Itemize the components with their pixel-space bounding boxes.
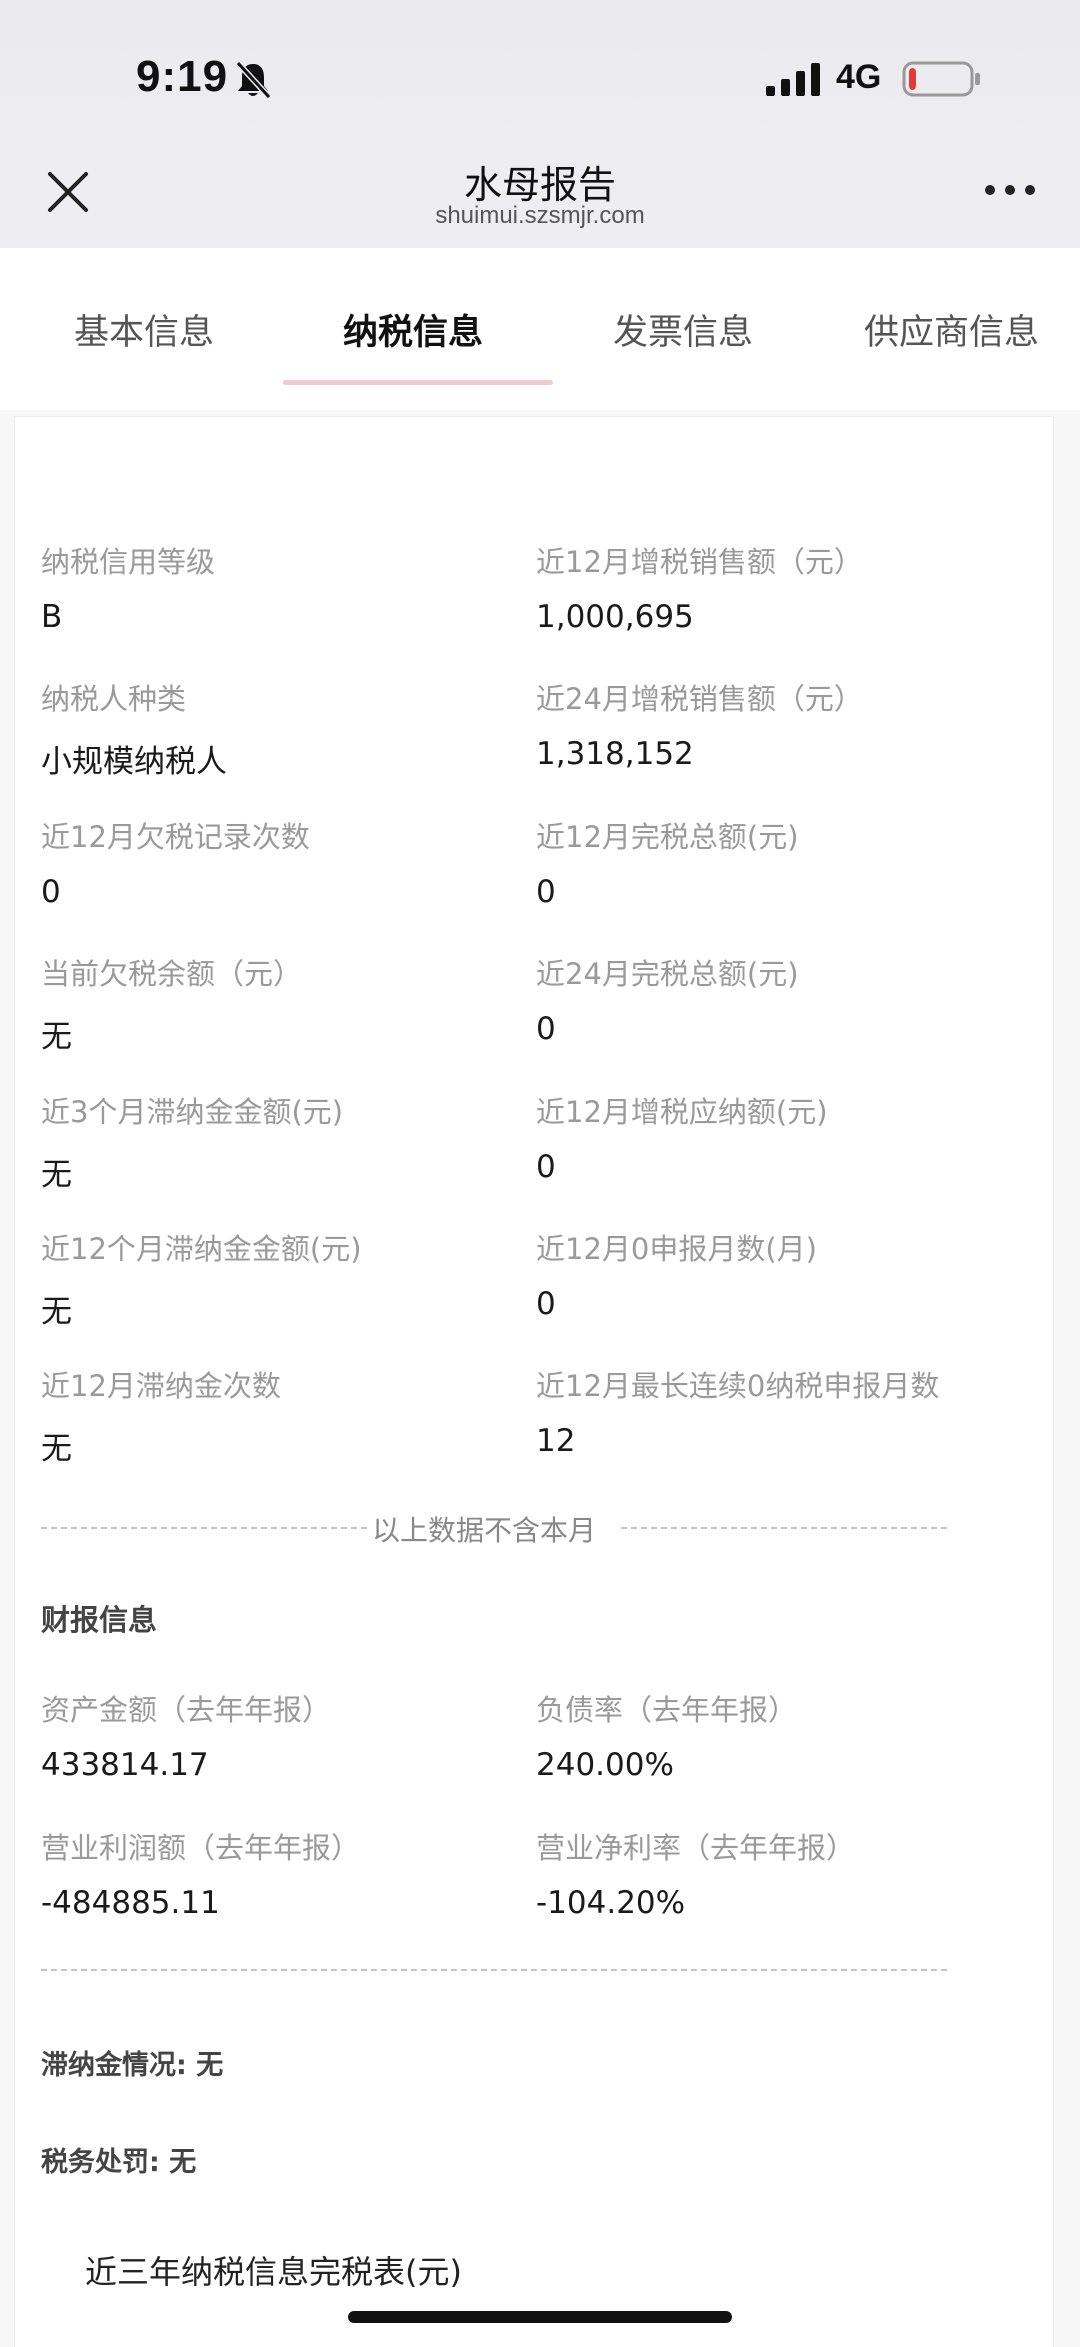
page-title: 水母报告 <box>463 163 616 207</box>
divider <box>41 1527 367 1529</box>
field-label: 近12月滞纳金次数 <box>41 1369 281 1403</box>
tab-bar: 基本信息 纳税信息 发票信息 供应商信息 <box>0 248 1080 410</box>
field-label: 资产金额（去年年报） <box>41 1693 332 1727</box>
late-fee-status: 滞纳金情况: 无 <box>41 2050 224 2081</box>
divider <box>41 1969 947 1971</box>
field-value: 0 <box>536 1286 556 1322</box>
divider <box>621 1527 947 1529</box>
field-value: 240.00% <box>536 1747 674 1783</box>
field-label: 近12个月滞纳金金额(元) <box>41 1232 362 1266</box>
field-value: 0 <box>536 1011 556 1047</box>
nav-header: 水母报告 shuimui.szsmjr.com <box>0 150 1080 248</box>
field-label: 近12月0申报月数(月) <box>536 1232 817 1266</box>
data-note: 以上数据不含本月 <box>372 1514 597 1547</box>
field-label: 近12月最长连续0纳税申报月数 <box>536 1369 940 1403</box>
network-label: 4G <box>836 58 882 96</box>
tab-supplier-info[interactable]: 供应商信息 <box>864 304 1039 355</box>
field-value: 0 <box>536 874 556 910</box>
field-value: 小规模纳税人 <box>41 744 227 780</box>
tab-invoice-info[interactable]: 发票信息 <box>613 304 753 355</box>
field-value: B <box>41 599 63 635</box>
more-icon[interactable] <box>984 180 1036 200</box>
field-value: -104.20% <box>536 1885 686 1921</box>
field-value: 1,318,152 <box>536 736 694 772</box>
tab-tax-info[interactable]: 纳税信息 <box>343 304 483 355</box>
content: 基本信息 纳税信息 发票信息 供应商信息 纳税信用等级 B 近12月增税销售额（… <box>0 248 1080 2347</box>
field-label: 近12月增税销售额（元） <box>536 545 863 579</box>
bell-off-icon <box>235 60 272 100</box>
field-label: 纳税信用等级 <box>41 545 216 579</box>
field-value: 433814.17 <box>41 1747 209 1783</box>
tax-info-card: 纳税信用等级 B 近12月增税销售额（元） 1,000,695 纳税人种类 小规… <box>14 416 1054 2347</box>
home-indicator <box>348 2311 732 2323</box>
active-tab-indicator <box>283 380 553 385</box>
field-label: 负债率（去年年报） <box>536 1693 798 1727</box>
field-label: 当前欠税余额（元） <box>41 957 303 991</box>
field-label: 近12月欠税记录次数 <box>41 820 310 854</box>
field-value: 0 <box>536 1149 556 1185</box>
field-value: 1,000,695 <box>536 599 694 635</box>
field-value: 无 <box>41 1294 72 1330</box>
tab-basic-info[interactable]: 基本信息 <box>74 304 214 355</box>
battery-icon <box>902 61 980 97</box>
field-value: 12 <box>536 1423 576 1459</box>
field-label: 近3个月滞纳金金额(元) <box>41 1095 344 1129</box>
field-label: 近24月增税销售额（元） <box>536 682 863 716</box>
field-value: 无 <box>41 1431 72 1467</box>
tax-penalty-status: 税务处罚: 无 <box>41 2147 197 2178</box>
field-value: 无 <box>41 1157 72 1193</box>
field-label: 营业净利率（去年年报） <box>536 1831 856 1865</box>
page-url: shuimui.szsmjr.com <box>435 202 645 229</box>
status-time: 9:19 <box>136 52 229 101</box>
field-label: 近12月增税应纳额(元) <box>536 1095 828 1129</box>
status-bar: 9:19 4G <box>0 0 1080 150</box>
section-title-financial: 财报信息 <box>41 1603 158 1637</box>
field-label: 纳税人种类 <box>41 682 187 716</box>
field-value: 无 <box>41 1019 72 1055</box>
field-label: 近24月完税总额(元) <box>536 957 799 991</box>
table-title: 近三年纳税信息完税表(元) <box>85 2253 462 2291</box>
field-value: 0 <box>41 874 61 910</box>
field-label: 营业利润额（去年年报） <box>41 1831 361 1865</box>
field-label: 近12月完税总额(元) <box>536 820 799 854</box>
signal-icon <box>766 63 820 96</box>
field-value: -484885.11 <box>41 1885 220 1921</box>
